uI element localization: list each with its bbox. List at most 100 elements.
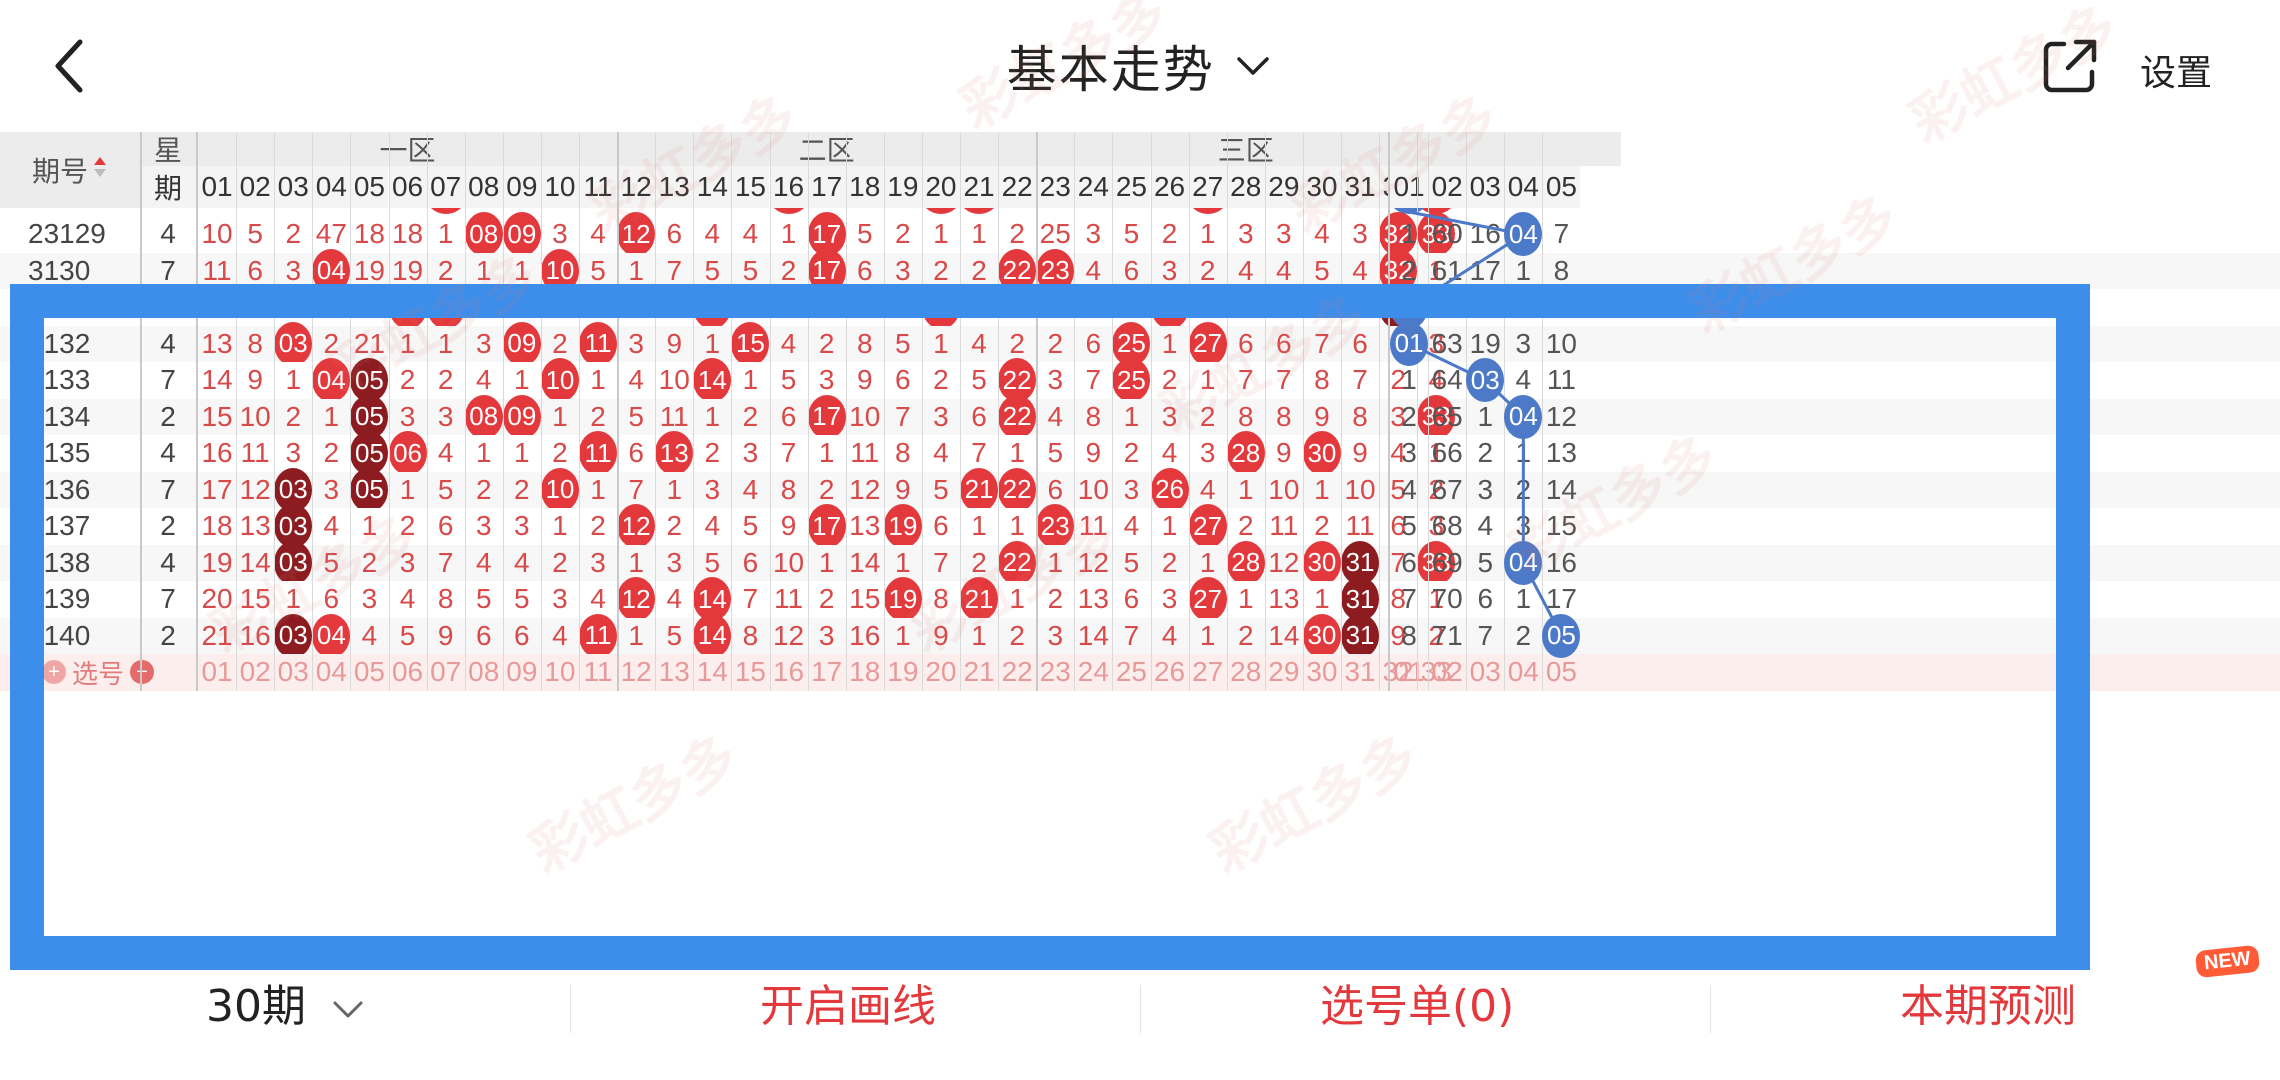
- pick-number[interactable]: 14: [693, 654, 731, 691]
- draw-lines-button[interactable]: 开启画线: [760, 970, 936, 1034]
- miss-count-cell: 4: [933, 437, 949, 469]
- blue-miss-count-cell: 6: [1477, 583, 1494, 615]
- miss-count-cell: 18: [201, 510, 233, 542]
- red-ball-cell: 06: [388, 431, 427, 476]
- pick-number[interactable]: 16: [770, 654, 808, 691]
- pick-number[interactable]: 08: [465, 654, 503, 691]
- miss-count-cell: 2: [1123, 437, 1140, 469]
- red-number-header: 11: [579, 166, 618, 208]
- red-ball-cell: 25: [1112, 358, 1151, 403]
- miss-count-cell: 5: [514, 583, 530, 615]
- miss-count-cell: 5: [1123, 546, 1140, 578]
- pick-blue-number[interactable]: 04: [1504, 654, 1542, 691]
- red-number-header: 14: [693, 166, 732, 208]
- pick-number[interactable]: 20: [922, 654, 960, 691]
- blue-miss-count-cell: 19: [1469, 327, 1501, 359]
- miss-count-cell: 19: [391, 254, 424, 286]
- pick-number[interactable]: 23: [1036, 654, 1074, 691]
- pick-number[interactable]: 27: [1189, 654, 1227, 691]
- pick-blue-number[interactable]: 02: [1428, 654, 1466, 691]
- red-ball: 23: [1036, 248, 1075, 293]
- pick-number[interactable]: 15: [731, 654, 769, 691]
- pick-blue-number[interactable]: 01: [1390, 654, 1428, 691]
- grid-line: [502, 132, 504, 691]
- red-ball-cell: 04: [312, 248, 351, 293]
- pick-number[interactable]: 07: [427, 654, 465, 691]
- trend-table[interactable]: 期号星期一区 二区 三区 01 02 03 04 05 06 07 08 09 10 11 12 13 14 15…: [0, 132, 2280, 930]
- red-ball-cell: 10: [540, 467, 579, 512]
- miss-count-cell: 1: [1123, 400, 1140, 432]
- miss-count-cell: 6: [1123, 254, 1140, 286]
- pick-number[interactable]: 06: [389, 654, 427, 691]
- red-ball-cell: 22: [998, 467, 1037, 512]
- period-header[interactable]: 期号: [0, 132, 140, 208]
- pick-number[interactable]: 21: [960, 654, 998, 691]
- pick-number[interactable]: 01: [198, 654, 236, 691]
- pick-number[interactable]: 13: [655, 654, 693, 691]
- pick-number[interactable]: 25: [1112, 654, 1150, 691]
- miss-count-cell: 11: [659, 400, 689, 432]
- pick-number[interactable]: 30: [1303, 654, 1341, 691]
- miss-count-cell: 2: [1009, 619, 1025, 651]
- pick-number[interactable]: 09: [503, 654, 541, 691]
- blue-ball: 01: [1390, 321, 1429, 366]
- miss-count-cell: 2: [514, 473, 530, 505]
- miss-count-cell: 9: [666, 327, 683, 359]
- red-ball-cell: 04: [312, 358, 351, 403]
- pick-number[interactable]: 12: [617, 654, 655, 691]
- pick-number[interactable]: 22: [998, 654, 1036, 691]
- pick-number[interactable]: 18: [846, 654, 884, 691]
- blue-miss-count-cell: 3: [1515, 327, 1532, 359]
- week-cell: 2: [160, 619, 176, 651]
- period-count-selector[interactable]: 30期: [206, 970, 366, 1034]
- miss-count-cell: 1: [285, 583, 302, 615]
- blue-miss-count-cell: 3: [1515, 510, 1532, 542]
- trend-grid: 期号星期一区 二区 三区 01 02 03 04 05 06 07 08 09 10 11 12 13 14 15…: [0, 132, 2280, 930]
- pick-blue-number[interactable]: 03: [1466, 654, 1504, 691]
- pick-number[interactable]: 24: [1074, 654, 1112, 691]
- pick-number[interactable]: 26: [1151, 654, 1189, 691]
- pick-number[interactable]: 17: [808, 654, 846, 691]
- miss-count-cell: 3: [399, 546, 416, 578]
- pick-number[interactable]: 29: [1265, 654, 1303, 691]
- miss-count-cell: 5: [780, 364, 797, 396]
- blue-miss-count-cell: 7: [1477, 619, 1494, 651]
- pick-list-button[interactable]: 选号单(0): [1320, 970, 1514, 1034]
- pick-number[interactable]: 05: [350, 654, 388, 691]
- pick-number[interactable]: 11: [579, 654, 617, 691]
- plus-icon[interactable]: +: [41, 660, 66, 685]
- red-ball-cell: 12: [617, 504, 656, 549]
- miss-count-cell: 3: [933, 400, 949, 432]
- share-icon[interactable]: [2038, 34, 2102, 98]
- chevron-down-icon: [333, 1001, 363, 1018]
- prediction-button[interactable]: 本期预测: [1900, 970, 2076, 1034]
- chart-type-selector[interactable]: 基本走势: [0, 30, 2280, 102]
- miss-count-cell: 4: [285, 291, 302, 323]
- blue-miss-count-cell: 63: [1431, 327, 1463, 359]
- pick-number[interactable]: 02: [236, 654, 274, 691]
- miss-count-cell: 1: [590, 364, 606, 396]
- miss-count-cell: 3: [1352, 218, 1368, 250]
- pick-number[interactable]: 03: [274, 654, 312, 691]
- pick-number[interactable]: 28: [1227, 654, 1265, 691]
- red-ball: 12: [617, 212, 656, 257]
- miss-count-cell: 11: [1269, 510, 1299, 542]
- red-ball-cell: 04: [312, 613, 351, 658]
- minus-icon[interactable]: −: [130, 660, 154, 685]
- settings-link[interactable]: 设置: [2140, 44, 2212, 96]
- miss-count-cell: 2: [514, 291, 530, 323]
- pick-number[interactable]: 19: [884, 654, 922, 691]
- miss-count-cell: 12: [239, 473, 271, 505]
- pick-blue-number[interactable]: 05: [1542, 654, 1580, 691]
- miss-count-cell: 2: [780, 254, 797, 286]
- pick-number[interactable]: 04: [312, 654, 350, 691]
- pick-control[interactable]: + 选号 −: [0, 654, 196, 691]
- red-ball: 26: [1150, 467, 1189, 512]
- blue-miss-count-cell: 2: [1401, 400, 1417, 432]
- red-ball-cell: 22: [998, 248, 1037, 293]
- blue-number-header: 04: [1504, 166, 1543, 208]
- miss-count-cell: 5: [1237, 291, 1254, 323]
- miss-count-cell: 21: [353, 327, 386, 359]
- pick-number[interactable]: 10: [541, 654, 579, 691]
- pick-number[interactable]: 31: [1341, 654, 1379, 691]
